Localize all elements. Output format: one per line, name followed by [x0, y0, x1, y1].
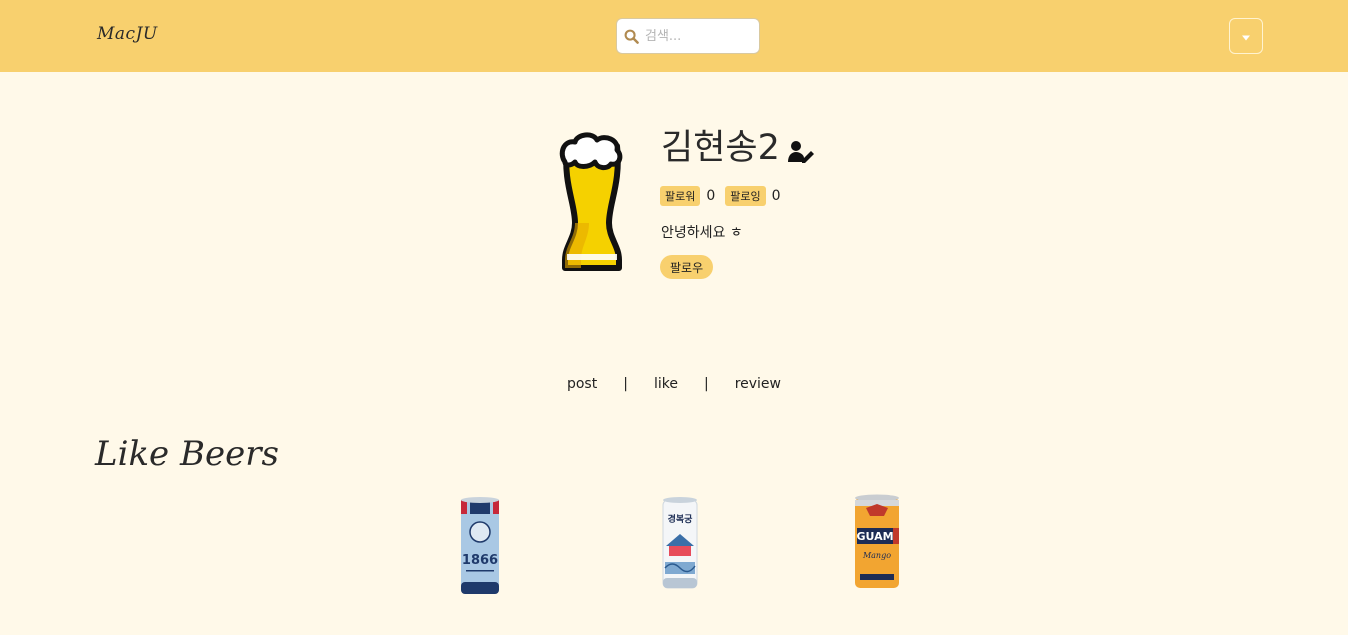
- brand-logo[interactable]: MacJU: [97, 24, 158, 44]
- profile-header: 김현송2: [661, 124, 814, 172]
- beer-card-gyeongbokgung[interactable]: 경복궁: [660, 496, 700, 596]
- tab-review[interactable]: review: [731, 376, 785, 392]
- tab-separator: |: [623, 376, 628, 392]
- following-badge[interactable]: 팔로잉: [725, 186, 766, 206]
- profile-bio: 안녕하세요 ㅎ: [661, 225, 743, 241]
- profile-tabs: post | like | review: [0, 376, 1348, 392]
- search-box: [616, 18, 760, 54]
- profile-avatar: [553, 128, 633, 276]
- caret-down-icon: [1241, 29, 1251, 44]
- followers-count: 0: [706, 188, 716, 204]
- search-icon: [617, 18, 645, 54]
- tab-separator: |: [703, 376, 709, 392]
- follow-button[interactable]: 팔로우: [660, 255, 714, 279]
- tab-like[interactable]: like: [650, 376, 682, 392]
- followers-badge[interactable]: 팔로워: [660, 186, 701, 206]
- beer-can-gyeongbokgung-image: 경복궁: [662, 497, 698, 589]
- following-count: 0: [771, 188, 781, 204]
- follow-stats: 팔로워 0 팔로잉 0: [660, 186, 791, 206]
- beer-can-label: 경복궁: [668, 513, 694, 525]
- beer-can-label: 1866: [462, 553, 498, 568]
- profile-username: 김현송2: [661, 128, 780, 168]
- top-navbar: MacJU: [0, 0, 1348, 72]
- beer-card-guam[interactable]: GUAM Mango: [852, 494, 902, 596]
- tab-post[interactable]: post: [563, 376, 601, 392]
- beer-can-label: GUAM: [856, 530, 893, 543]
- beer-glass-icon: [559, 132, 623, 271]
- section-title: Like Beers: [95, 434, 279, 474]
- svg-text:Mango: Mango: [862, 551, 891, 560]
- search-input[interactable]: [645, 28, 753, 44]
- beer-can-guam-image: GUAM Mango: [855, 494, 899, 588]
- menu-dropdown-button[interactable]: [1229, 18, 1263, 54]
- beer-card-1866[interactable]: 1866: [458, 496, 502, 602]
- user-edit-icon[interactable]: [787, 140, 814, 164]
- beer-can-1866-image: 1866: [461, 497, 499, 594]
